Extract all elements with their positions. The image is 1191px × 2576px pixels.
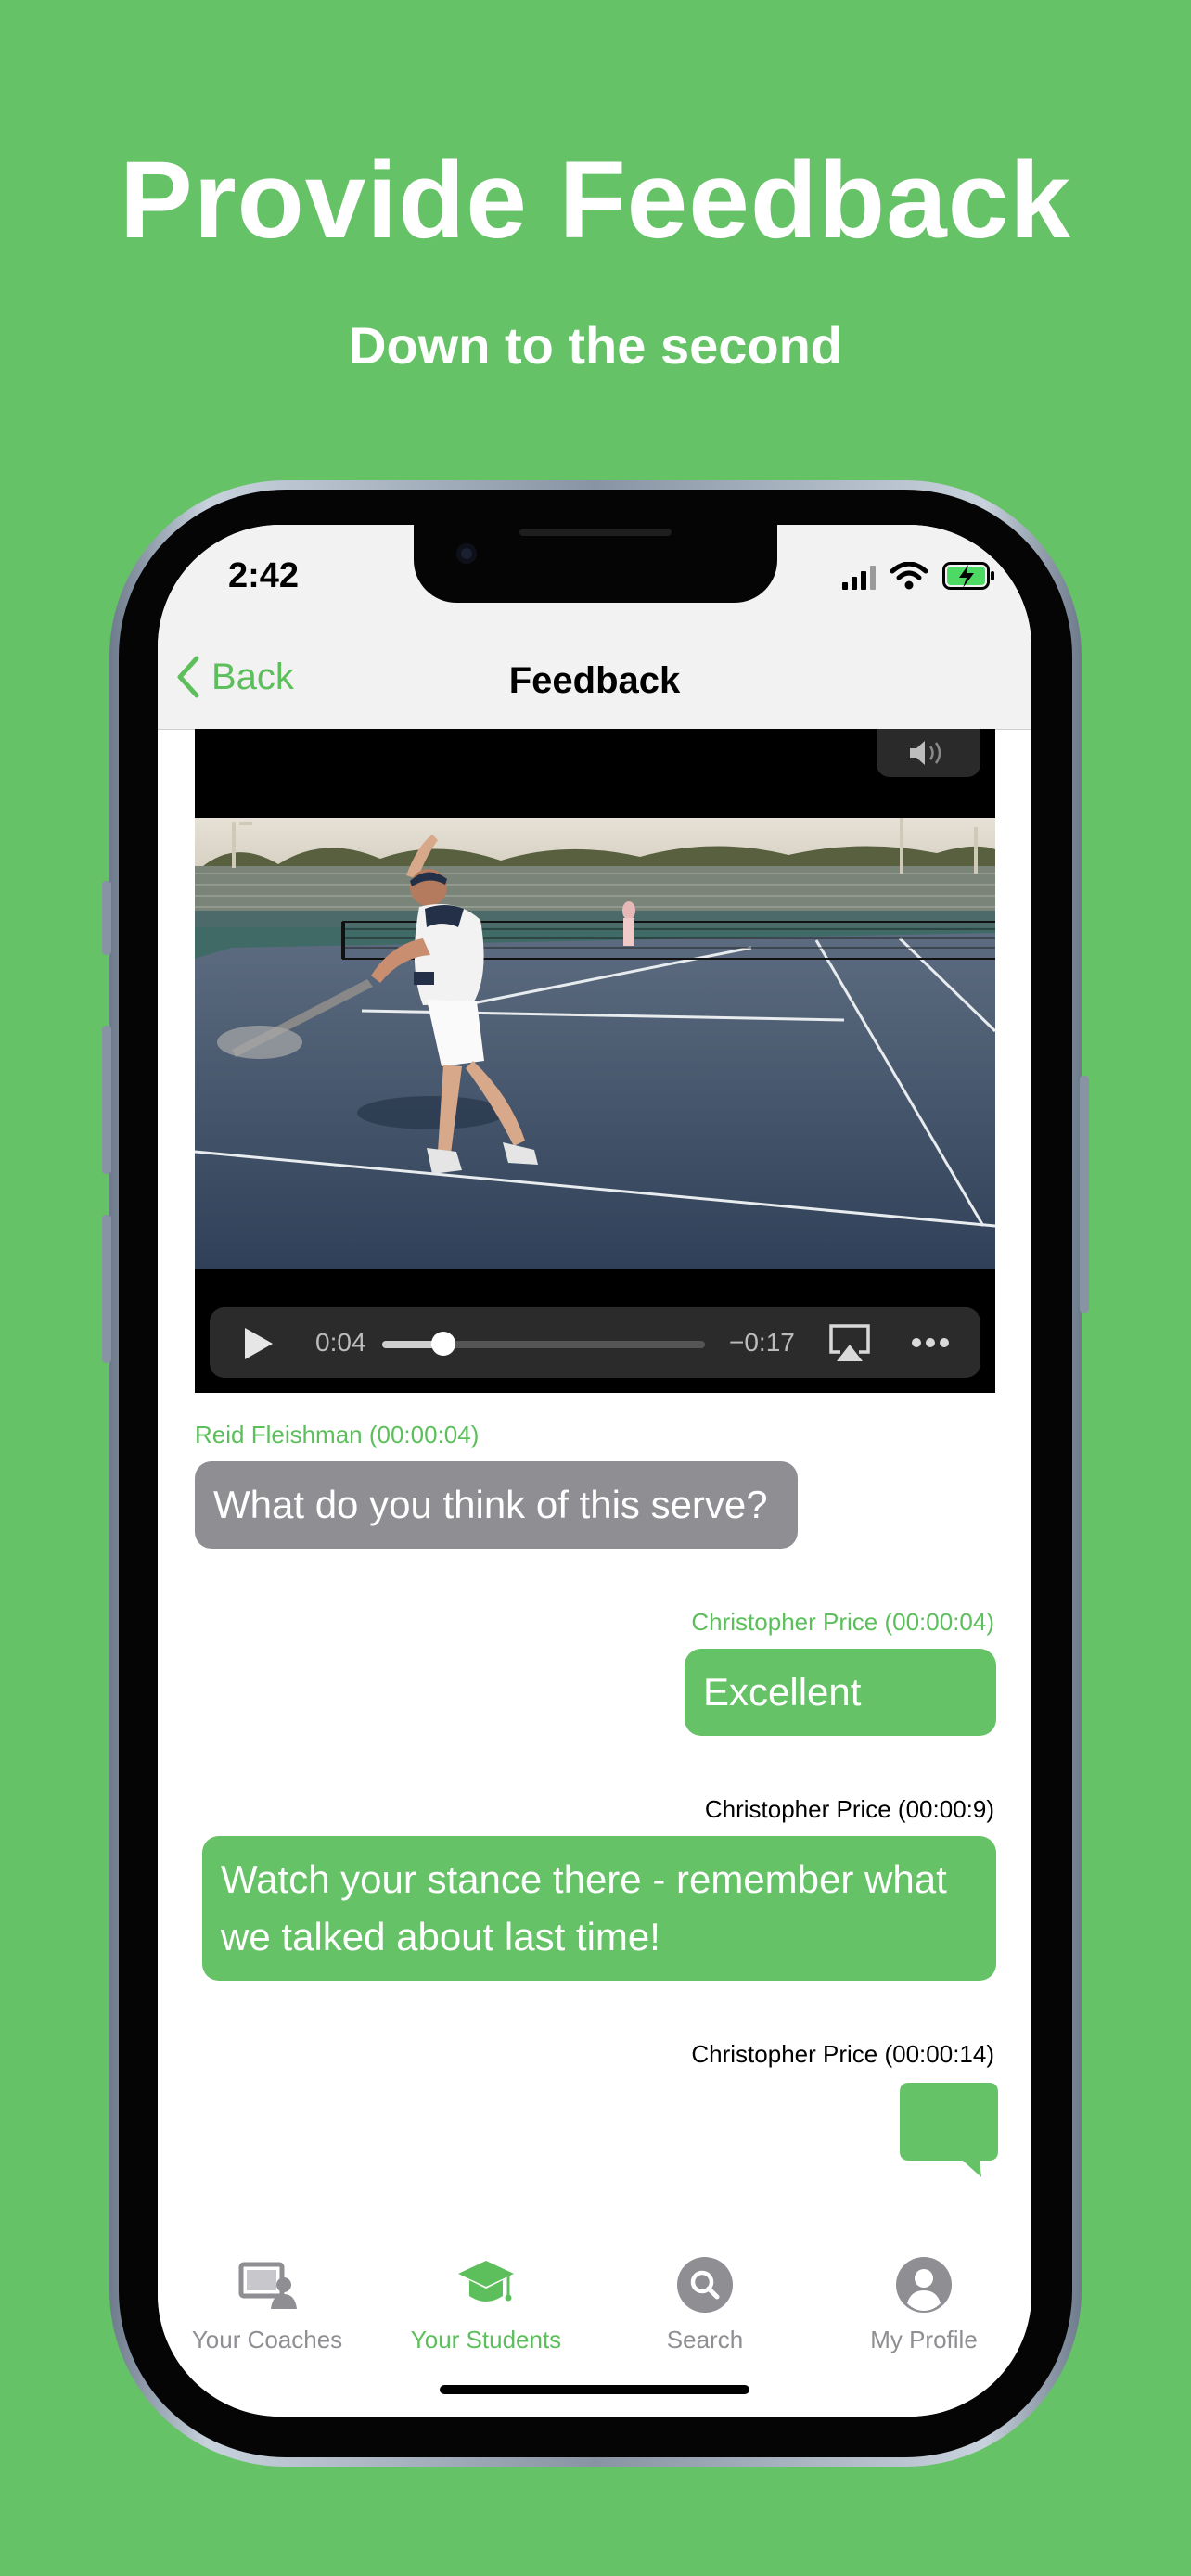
silent-switch (102, 881, 111, 955)
promo-headline: Provide Feedback (120, 139, 1071, 261)
elapsed-time: 0:04 (315, 1328, 366, 1357)
video-controls: 0:04 −0:17 (210, 1307, 980, 1378)
airplay-icon[interactable] (827, 1322, 872, 1365)
message-bubble-sent[interactable]: Watch your stance there - remember what … (202, 1836, 996, 1981)
battery-charging-icon (942, 562, 994, 590)
tab-label: Search (666, 2326, 744, 2353)
tab-your-coaches[interactable]: Your Coaches (158, 2255, 377, 2354)
status-time: 2:42 (228, 556, 300, 595)
graduation-cap-icon (458, 2261, 514, 2302)
play-icon[interactable] (243, 1326, 275, 1361)
notch (414, 525, 777, 603)
comment-icon[interactable] (900, 2083, 998, 2177)
message-author: Christopher Price (00:00:14) (691, 2040, 994, 2068)
profile-icon (896, 2257, 952, 2313)
remaining-time: −0:17 (729, 1328, 795, 1357)
scrubber-knob[interactable] (431, 1332, 456, 1356)
front-camera (456, 543, 477, 564)
volume-down-button (102, 1215, 111, 1363)
home-indicator (440, 2385, 749, 2394)
speaker-icon (910, 741, 941, 765)
message-author: Christopher Price (00:00:9) (704, 1795, 994, 1823)
tab-my-profile[interactable]: My Profile (814, 2255, 1031, 2354)
nav-title: Feedback (508, 660, 681, 701)
earpiece (519, 529, 672, 536)
video-player[interactable]: 0:04 −0:17 (195, 729, 995, 1393)
tab-your-students[interactable]: Your Students (377, 2255, 596, 2354)
tab-label: Your Coaches (191, 2326, 343, 2353)
mute-button[interactable] (877, 729, 980, 777)
tab-label: Your Students (410, 2326, 562, 2353)
volume-up-button (102, 1026, 111, 1174)
promo-subheadline: Down to the second (349, 316, 842, 375)
message-bubble-sent[interactable]: Excellent serve! (685, 1649, 996, 1771)
message-author: Christopher Price (00:00:04) (691, 1608, 994, 1636)
video-frame (195, 818, 995, 1269)
tennis-court-scene (195, 818, 995, 1269)
tab-label: My Profile (870, 2326, 978, 2353)
coach-icon (238, 2262, 297, 2309)
scrubber[interactable] (382, 1332, 705, 1356)
message-bubble-received[interactable]: What do you think of this serve? (195, 1461, 798, 1549)
search-icon (677, 2257, 733, 2313)
navigation-bar: Back Feedback (158, 627, 1031, 730)
message-author: Reid Fleishman (00:00:04) (195, 1421, 480, 1448)
phone-screen: 2:42 Back Feedback 0:04 −0:17 Reid Fleis… (158, 525, 1031, 2417)
tab-search[interactable]: Search (596, 2255, 814, 2354)
more-options-icon[interactable] (911, 1337, 950, 1348)
signal-icon (842, 566, 876, 590)
wifi-icon (890, 562, 928, 590)
power-button (1080, 1076, 1089, 1313)
